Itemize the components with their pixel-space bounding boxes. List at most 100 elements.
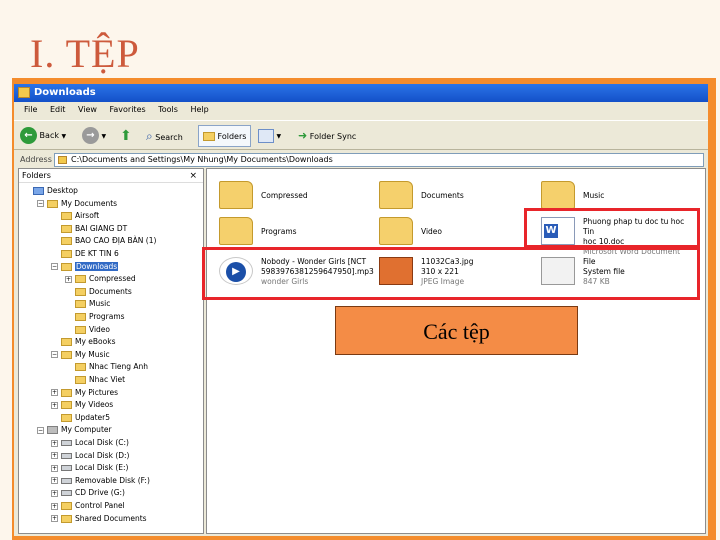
file-name: Compressed (261, 191, 308, 200)
expand-toggle-icon[interactable]: + (51, 452, 58, 460)
tree-item[interactable]: + Removable Disk (F:) (51, 475, 150, 487)
folder-sync-button[interactable]: ➜ Folder Sync (298, 125, 356, 147)
tree-item[interactable]: Video (65, 324, 110, 336)
address-input[interactable]: C:\Documents and Settings\My Nhung\My Do… (54, 153, 704, 167)
tree-item-label: Desktop (47, 186, 78, 195)
expand-toggle-icon[interactable]: + (51, 489, 58, 497)
folder-icon (75, 325, 86, 334)
tree-item[interactable]: Nhac Viet (65, 374, 125, 386)
tree-item[interactable]: + Compressed (65, 273, 136, 285)
folder-icon (61, 388, 72, 397)
menu-favorites[interactable]: Favorites (110, 105, 146, 114)
tree-item[interactable]: + Control Panel (51, 500, 125, 512)
views-button[interactable]: ▼ (258, 125, 281, 147)
folder-icon (61, 237, 72, 246)
tree-item[interactable]: − My Computer (37, 424, 112, 436)
expand-toggle-icon[interactable]: + (65, 275, 72, 283)
tree-item[interactable]: + Local Disk (E:) (51, 462, 128, 474)
tree-item[interactable]: Desktop (23, 185, 78, 197)
tree-item-label: Local Disk (E:) (75, 463, 129, 473)
tree-item[interactable]: − My Documents (37, 198, 117, 210)
tree-item[interactable]: Programs (65, 311, 125, 323)
tree-item[interactable]: Nhac Tieng Anh (65, 361, 148, 373)
folders-button[interactable]: Folders (198, 125, 252, 147)
tree-item[interactable]: BAO CAO ĐỊA BÀN (1) (51, 235, 156, 247)
folder-icon (61, 262, 72, 271)
toolbar: ← Back ▼ → ▼ ⬆ ⌕ Search Folders ▼ ➜ Fold… (14, 120, 708, 150)
forward-button[interactable]: → ▼ (82, 125, 106, 147)
tree-item-label: DE KT TIN 6 (75, 249, 119, 258)
tree-item[interactable]: + Local Disk (D:) (51, 450, 129, 462)
chevron-down-icon: ▼ (101, 133, 107, 140)
expand-toggle-icon[interactable]: − (37, 426, 44, 434)
address-label: Address (20, 155, 52, 164)
close-icon[interactable]: × (189, 169, 197, 183)
expand-toggle-icon[interactable]: + (51, 515, 58, 523)
expand-toggle-icon[interactable]: + (51, 439, 58, 447)
back-button[interactable]: ← Back ▼ (20, 125, 66, 147)
tree-item-label: Updater5 (75, 412, 111, 422)
tree-item[interactable]: + My Videos (51, 399, 113, 411)
menu-tools[interactable]: Tools (158, 105, 178, 114)
tree-item-label: Control Panel (75, 501, 125, 510)
tree-item[interactable]: + Shared Documents (51, 513, 147, 525)
menu-file[interactable]: File (24, 105, 37, 114)
tree-item-label: My Videos (75, 400, 114, 410)
views-icon (258, 128, 274, 143)
tree-item-label: Removable Disk (F:) (75, 475, 150, 485)
folder-icon (61, 514, 72, 523)
menu-help[interactable]: Help (190, 105, 208, 114)
folders-pane: Folders × Desktop − My Documents Airsoft BAI… (18, 168, 204, 534)
menu-edit[interactable]: Edit (50, 105, 66, 114)
tree-item-label: My Pictures (75, 387, 118, 397)
tree-item-label: BAO CAO ĐỊA BÀN (1) (75, 236, 157, 246)
tree-item[interactable]: − My Music (51, 349, 110, 361)
tree-item[interactable]: − Downloads (51, 261, 119, 273)
search-button[interactable]: ⌕ Search (146, 125, 183, 147)
tree-item[interactable]: Updater5 (51, 412, 110, 424)
folder-icon (33, 187, 44, 195)
tree-item-label: Nhac Viet (89, 375, 126, 384)
tree-item[interactable]: BAI GIANG DT (51, 223, 127, 235)
folder-icon (61, 350, 72, 359)
tree-item[interactable]: + My Pictures (51, 387, 118, 399)
folder-icon (61, 401, 72, 410)
folder-icon (61, 413, 72, 422)
folders-icon (203, 132, 215, 141)
expand-toggle-icon[interactable]: − (51, 351, 58, 359)
title-bar[interactable]: Downloads (14, 84, 708, 102)
expand-toggle-icon[interactable]: + (51, 477, 58, 485)
tree-item-label: Local Disk (C:) (75, 438, 129, 447)
highlight-box (524, 208, 700, 248)
tree-item-label: My Documents (61, 198, 118, 208)
tree-item-label: Shared Documents (75, 513, 147, 523)
expand-toggle-icon[interactable]: − (37, 200, 44, 208)
drive-icon (61, 477, 72, 484)
drive-icon (61, 465, 72, 472)
tree-item[interactable]: Music (65, 298, 110, 310)
chevron-down-icon: ▼ (61, 133, 67, 140)
folder-icon (18, 87, 30, 98)
expand-toggle-icon[interactable]: + (51, 401, 58, 409)
tree-item-label: My Computer (61, 425, 112, 435)
up-arrow-icon: ⬆ (120, 128, 132, 144)
tree-item-label: Music (89, 299, 111, 309)
tree-item[interactable]: + CD Drive (G:) (51, 487, 125, 499)
expand-toggle-icon[interactable]: + (51, 502, 58, 510)
menu-view[interactable]: View (78, 105, 97, 114)
expand-toggle-icon[interactable]: + (51, 389, 58, 397)
up-folder-button[interactable]: ⬆ (120, 125, 132, 147)
tree-item[interactable]: My eBooks (51, 336, 115, 348)
expand-toggle-icon[interactable]: − (51, 263, 58, 271)
folder-icon (75, 376, 86, 384)
expand-toggle-icon[interactable]: + (51, 464, 58, 472)
tree-item[interactable]: Documents (65, 286, 132, 298)
folder-icon (47, 426, 58, 435)
files-callout: Các tệp (335, 306, 578, 355)
tree-item[interactable]: + Local Disk (C:) (51, 437, 129, 449)
tree-item[interactable]: Airsoft (51, 210, 99, 222)
tree-item[interactable]: DE KT TIN 6 (51, 248, 119, 260)
folder-icon (75, 287, 86, 296)
folder-icon (58, 156, 67, 164)
folder-icon (75, 363, 86, 372)
